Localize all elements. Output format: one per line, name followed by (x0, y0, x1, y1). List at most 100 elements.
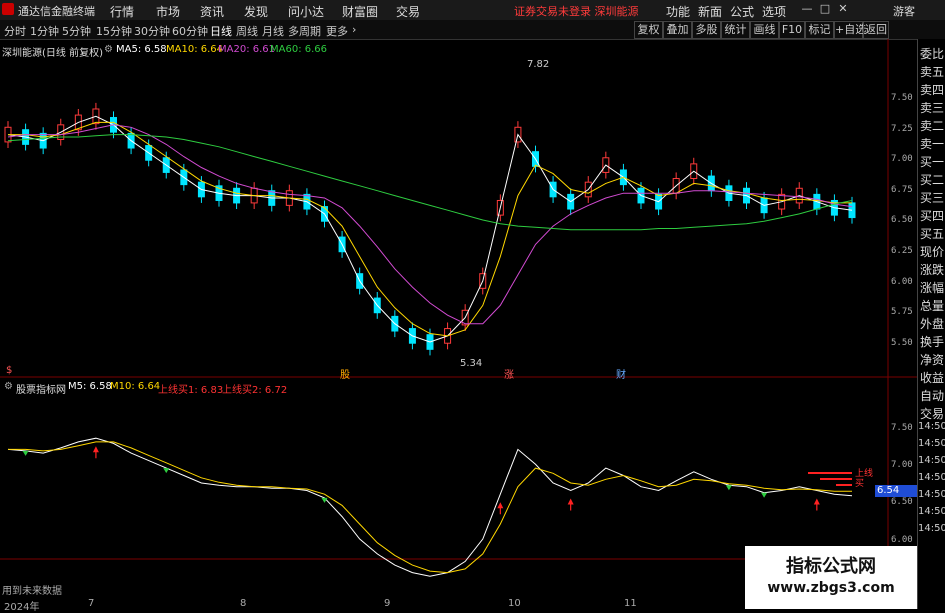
date-tick: 10 (508, 598, 521, 609)
menu-item-wealth[interactable]: 财富圈 (342, 3, 378, 20)
ind-y-tick: 6.50 (891, 497, 913, 507)
sell-signal-arrow (22, 450, 29, 456)
period-60min[interactable]: 60分钟 (172, 23, 208, 39)
ind-y-tick: 6.00 (891, 535, 913, 545)
close-icon[interactable]: ✕ (836, 2, 850, 16)
side-panel-item[interactable]: 涨跌 (920, 261, 944, 278)
buy-signal-arrow (813, 498, 820, 511)
menu-item-discover[interactable]: 发现 (244, 3, 268, 20)
indicator-lines (7, 437, 853, 577)
watermark: 指标公式网 www.zbgs3.com (745, 546, 917, 609)
f10-button[interactable]: F10 (779, 21, 805, 39)
indicator-settings-icon[interactable]: ⚙ (4, 381, 13, 392)
candlestick-series (4, 102, 856, 356)
side-panel-item[interactable]: 买二 (920, 171, 944, 188)
chart-canvas[interactable] (0, 39, 917, 609)
legend-m5: M5: 6.58 (68, 381, 112, 392)
side-panel-item[interactable]: 净资 (920, 351, 944, 368)
adjust-button[interactable]: 复权 (634, 21, 663, 39)
menu-options[interactable]: 选项 (762, 3, 786, 20)
side-panel-item[interactable]: 卖二 (920, 117, 944, 134)
sell-signal-arrow (725, 485, 732, 491)
legend-ma60: MA60: 6.66 (270, 44, 328, 55)
time-label: 14:50 (918, 455, 945, 466)
buy-signal-arrow (497, 502, 504, 515)
side-panel-item[interactable]: 换手 (920, 333, 944, 350)
ind-y-tick: 7.50 (891, 423, 913, 433)
menu-item-assistant[interactable]: 问小达 (288, 3, 324, 20)
side-panel-item[interactable]: 买一 (920, 153, 944, 170)
buy-signal-arrow (567, 498, 574, 511)
buy-side-label: 买 (855, 479, 865, 489)
maximize-icon[interactable]: □ (818, 2, 832, 16)
side-panel-item[interactable]: 卖五 (920, 63, 944, 80)
side-panel-item[interactable]: 卖四 (920, 81, 944, 98)
period-5min[interactable]: 5分钟 (62, 23, 91, 39)
side-panel-item[interactable]: 交易 (920, 405, 944, 422)
period-30min[interactable]: 30分钟 (134, 23, 170, 39)
side-panel-item[interactable]: 买三 (920, 189, 944, 206)
login-notice[interactable]: 证券交易未登录 深圳能源 (514, 3, 639, 19)
indicator-line-ma5 (7, 437, 853, 577)
menu-new-page[interactable]: 新面 (698, 3, 722, 20)
legend-ma5: MA5: 6.58 (116, 44, 167, 55)
event-marker[interactable]: 股 (340, 366, 350, 381)
chevron-right-icon[interactable]: › (352, 23, 356, 36)
time-label: 14:50 (918, 523, 945, 534)
add-watchlist-button[interactable]: +自选 (834, 21, 866, 39)
settings-icon[interactable]: ⚙ (104, 44, 113, 55)
side-panel-item[interactable]: 委比 (920, 45, 944, 62)
side-panel-item[interactable]: 收益 (920, 369, 944, 386)
side-panel-item[interactable]: 买四 (920, 207, 944, 224)
time-label: 14:50 (918, 438, 945, 449)
event-marker[interactable]: 涨 (504, 366, 514, 381)
menu-item-exchange[interactable]: 市场 (156, 3, 180, 20)
date-tick: 11 (624, 598, 637, 609)
high-price-label: 7.82 (527, 59, 550, 70)
side-panel-item[interactable]: 涨幅 (920, 279, 944, 296)
ma-line-ma60 (7, 134, 853, 231)
y-tick: 6.75 (891, 185, 913, 195)
side-panel-item[interactable]: 卖一 (920, 135, 944, 152)
side-panel-item[interactable]: 买五 (920, 225, 944, 242)
side-panel-item[interactable]: 总量 (920, 297, 944, 314)
overlay-button[interactable]: 叠加 (663, 21, 692, 39)
menu-item-market[interactable]: 行情 (110, 3, 134, 20)
y-tick: 5.75 (891, 307, 913, 317)
menu-item-news[interactable]: 资讯 (200, 3, 224, 20)
side-panel-item[interactable]: 自动 (920, 387, 944, 404)
period-toolbar: 分时 1分钟 5分钟 15分钟 30分钟 60分钟 日线 周线 月线 多周期 更… (0, 20, 945, 40)
back-button[interactable]: 返回 (863, 21, 889, 39)
legend-buy2: 上线买2: 6.72 (222, 385, 288, 396)
period-timeline[interactable]: 分时 (4, 23, 26, 39)
side-panel-item[interactable]: 现价 (920, 243, 944, 260)
watermark-title: 指标公式网 (786, 556, 876, 577)
period-weekly[interactable]: 周线 (236, 23, 258, 39)
draw-line-button[interactable]: 画线 (750, 21, 779, 39)
ma-line-ma20 (7, 124, 853, 325)
guest-label[interactable]: 游客 (893, 3, 915, 19)
period-daily[interactable]: 日线 (210, 23, 232, 39)
statistics-button[interactable]: 统计 (721, 21, 750, 39)
indicator-line-ma10 (8, 441, 852, 574)
sell-signal-arrow (761, 492, 768, 498)
side-panel-item[interactable]: 外盘 (920, 315, 944, 332)
period-1min[interactable]: 1分钟 (30, 23, 59, 39)
event-marker[interactable]: $ (6, 365, 12, 376)
moving-average-lines (7, 115, 853, 343)
y-tick: 5.50 (891, 338, 913, 348)
buy-side-label: 上线 (855, 469, 874, 479)
period-15min[interactable]: 15分钟 (96, 23, 132, 39)
menu-item-trade[interactable]: 交易 (396, 3, 420, 20)
multi-stock-button[interactable]: 多股 (692, 21, 721, 39)
mark-button[interactable]: 标记 (805, 21, 834, 39)
event-marker[interactable]: 财 (616, 366, 626, 381)
minimize-icon[interactable]: — (800, 2, 814, 16)
period-more[interactable]: 更多 (326, 23, 348, 39)
period-monthly[interactable]: 月线 (262, 23, 284, 39)
period-multi[interactable]: 多周期 (288, 23, 321, 39)
time-label: 14:50 (918, 472, 945, 483)
side-panel-item[interactable]: 卖三 (920, 99, 944, 116)
menu-formula[interactable]: 公式 (730, 3, 754, 20)
menu-function[interactable]: 功能 (666, 3, 690, 20)
